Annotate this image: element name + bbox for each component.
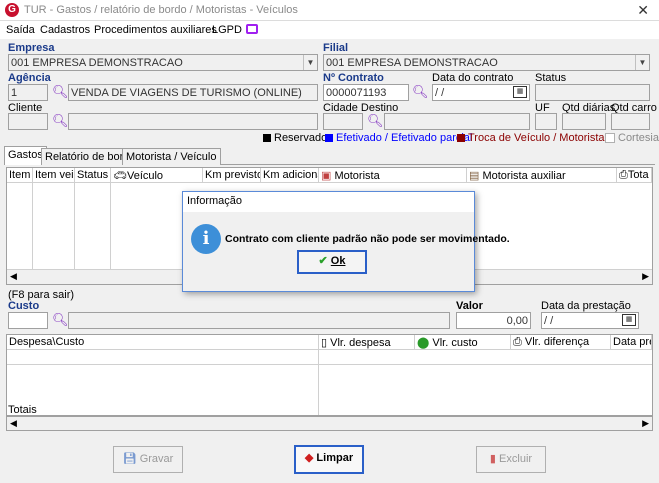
eraser-icon: ◆ (304, 452, 314, 464)
tab-motorista-veiculo[interactable]: Motorista / Veículo (122, 148, 221, 165)
custo-code-field[interactable] (8, 312, 48, 329)
col-km-previsto[interactable]: Km previsto (203, 168, 261, 183)
col-item[interactable]: Item (7, 168, 33, 183)
cliente-code-field[interactable] (8, 113, 48, 130)
custo-name-field (68, 312, 450, 329)
info-icon: i (191, 224, 221, 254)
search-icon[interactable]: 🔍︎ (52, 113, 69, 129)
legend-reservado-swatch (263, 134, 271, 142)
car-icon: 🚗︎ (113, 170, 127, 182)
scroll-right-icon[interactable]: ▶ (642, 418, 649, 429)
menu-cadastros[interactable]: Cadastros (40, 24, 90, 36)
trash-icon: ▮ (489, 453, 496, 465)
agencia-code-field[interactable]: 1 (8, 84, 48, 101)
uf-field (535, 113, 557, 130)
menu-procedimentos[interactable]: Procedimentos auxiliares (94, 24, 217, 36)
gravar-button[interactable]: 💾︎ Gravar (113, 446, 183, 473)
calendar-icon[interactable]: ▦ (513, 86, 527, 98)
col-vlr-custo[interactable]: ⬤ Vlr. custo (415, 335, 511, 350)
data-contrato-label: Data do contrato (432, 72, 514, 84)
cortesia-checkbox[interactable] (605, 133, 615, 143)
empresa-label: Empresa (8, 42, 55, 54)
cortesia-label: Cortesia (618, 132, 659, 144)
search-icon[interactable]: 🔍︎ (412, 84, 429, 100)
filial-select[interactable]: 001 EMPRESA DEMONSTRACAO ▼ (323, 54, 650, 71)
status-field (535, 84, 650, 101)
cliente-name-field (68, 113, 318, 130)
col-total[interactable]: ⎙Tota (617, 168, 652, 183)
legend-efetivado-swatch (325, 134, 333, 142)
legend-reservado: Reservado (274, 132, 328, 144)
close-icon[interactable]: ✕ (637, 2, 649, 19)
legend-troca: Troca de Veículo / Motorista (468, 132, 605, 144)
limpar-button[interactable]: ◆ Limpar (294, 445, 364, 474)
scroll-left-icon[interactable]: ◀ (10, 271, 17, 282)
cidade-code-field[interactable] (323, 113, 363, 130)
empresa-select[interactable]: 001 EMPRESA DEMONSTRACAO ▼ (8, 54, 318, 71)
menu-saida[interactable]: Saída (6, 24, 35, 36)
app-logo-icon: G (5, 3, 19, 17)
col-motorista[interactable]: ▣ Motorista (319, 168, 467, 183)
contrato-field[interactable]: 0000071193 (323, 84, 409, 101)
data-prestacao-label: Data da prestação (541, 300, 631, 312)
valor-label: Valor (456, 300, 483, 312)
legend-troca-swatch (457, 134, 465, 142)
agencia-name-field: VENDA DE VIAGENS DE TURISMO (ONLINE) (68, 84, 318, 101)
qtd-diarias-field (562, 113, 606, 130)
col-vlr-despesa[interactable]: ▯ Vlr. despesa (319, 335, 415, 350)
info-dialog: Informação i Contrato com cliente padrão… (182, 191, 510, 292)
excluir-button[interactable]: ▮ Excluir (476, 446, 546, 473)
driver-icon: ▣ (321, 170, 332, 182)
check-icon: ✔ (318, 255, 328, 267)
qtd-carro-field (611, 113, 650, 130)
contrato-label: Nº Contrato (323, 72, 384, 84)
col-data-prest[interactable]: Data prest (611, 335, 652, 350)
calendar-icon[interactable]: ▦ (622, 314, 636, 326)
scroll-right-icon[interactable]: ▶ (642, 271, 649, 282)
status-label: Status (535, 72, 567, 84)
menu-lgpd[interactable]: LGPD (212, 24, 242, 36)
legend-efetivado: Efetivado / Efetivado parcial (336, 132, 473, 144)
search-icon[interactable]: 🔍︎ (52, 312, 69, 328)
scroll-left-icon[interactable]: ◀ (10, 418, 17, 429)
dialog-message: Contrato com cliente padrão não pode ser… (225, 233, 510, 245)
save-icon: 💾︎ (122, 453, 137, 465)
custo-label: Custo (8, 300, 40, 312)
cidade-name-field (384, 113, 530, 130)
col-veiculo[interactable]: 🚗︎Veículo (111, 168, 203, 183)
expenses-grid[interactable]: Despesa\Custo ▯ Vlr. despesa ⬤ Vlr. cust… (6, 334, 653, 416)
ok-button[interactable]: ✔ Ok (297, 250, 367, 274)
col-vlr-diferenca[interactable]: ⎙ Vlr. diferença (511, 335, 611, 350)
printer-icon: ⎙ (513, 336, 522, 348)
title-bar: G TUR - Gastos / relatório de bordo / Mo… (0, 0, 659, 21)
menu-bar: Saída Cadastros Procedimentos auxiliares… (0, 21, 659, 39)
document-icon: ▯ (321, 337, 328, 349)
col-item-veic[interactable]: Item veic (33, 168, 75, 183)
window-title: TUR - Gastos / relatório de bordo / Moto… (24, 4, 298, 16)
col-despesa-custo[interactable]: Despesa\Custo (7, 335, 319, 350)
monitor-icon[interactable] (246, 24, 258, 34)
chevron-down-icon[interactable]: ▼ (303, 55, 317, 70)
horizontal-scrollbar[interactable]: ◀ ▶ (6, 416, 653, 431)
money-icon: ⬤ (417, 337, 430, 349)
driver-icon: ▤ (469, 170, 480, 182)
totais-label: Totais (8, 404, 37, 416)
data-prestacao-field[interactable]: / / ▦ (541, 312, 639, 329)
agencia-label: Agência (8, 72, 51, 84)
chevron-down-icon[interactable]: ▼ (635, 55, 649, 70)
printer-icon: ⎙ (619, 169, 628, 181)
data-contrato-field[interactable]: / / ▦ (432, 84, 530, 101)
search-icon[interactable]: 🔍︎ (52, 84, 69, 100)
dialog-body: i Contrato com cliente padrão não pode s… (183, 212, 510, 291)
search-icon[interactable]: 🔍︎ (367, 113, 384, 129)
col-status[interactable]: Status (75, 168, 111, 183)
dialog-title: Informação (183, 192, 474, 212)
valor-field[interactable]: 0,00 (456, 312, 531, 329)
col-km-adicional[interactable]: Km adicional (261, 168, 319, 183)
filial-label: Filial (323, 42, 349, 54)
col-motorista-auxiliar[interactable]: ▤ Motorista auxiliar (467, 168, 617, 183)
